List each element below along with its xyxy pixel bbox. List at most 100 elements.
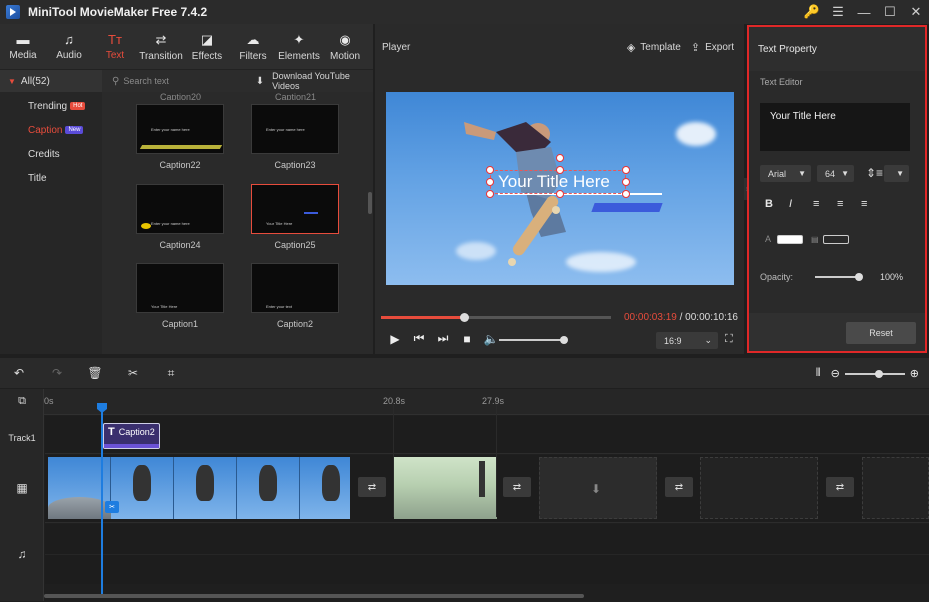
maximize-button[interactable]: ☐ bbox=[877, 0, 903, 24]
toolbar-audio-button[interactable]: ♫ Audio bbox=[46, 24, 92, 69]
stop-icon[interactable]: ■ bbox=[455, 332, 479, 346]
export-button[interactable]: ⇪ Export bbox=[691, 41, 734, 54]
video-clip[interactable] bbox=[394, 457, 497, 519]
empty-clip-slot[interactable] bbox=[862, 457, 929, 519]
reset-button[interactable]: Reset bbox=[846, 322, 916, 344]
video-preview[interactable]: Your Title Here bbox=[386, 92, 734, 285]
transition-slot[interactable]: ⇄ bbox=[826, 477, 854, 497]
player-panel: Player ◈ Template ⇪ Export Your Title He… bbox=[375, 24, 744, 354]
play-icon[interactable]: ▶ bbox=[383, 332, 407, 346]
line-spacing-icon[interactable]: ⇕≡ bbox=[866, 166, 883, 180]
thumbnail-decor-bar bbox=[304, 212, 318, 214]
resize-handle[interactable] bbox=[486, 190, 494, 198]
crop-icon[interactable]: ⌗ bbox=[152, 366, 190, 381]
toolbar-transition-button[interactable]: ⇄ Transition bbox=[138, 24, 184, 69]
search-input[interactable]: Search text bbox=[123, 76, 235, 86]
category-credits[interactable]: Credits bbox=[0, 142, 102, 166]
thumbnail-decor-bar bbox=[139, 145, 223, 149]
fullscreen-icon[interactable]: ⛶ bbox=[725, 333, 733, 346]
caption-template-item[interactable]: Enter your name here Caption22 bbox=[135, 104, 225, 170]
transition-slot[interactable]: ⇄ bbox=[358, 477, 386, 497]
caption-thumbnail: Enter your name here bbox=[251, 104, 339, 154]
caption-clip[interactable]: T Caption2 bbox=[103, 423, 160, 449]
toolbar-media-button[interactable]: ▬ Media bbox=[0, 24, 46, 69]
close-button[interactable]: ✕ bbox=[903, 0, 929, 24]
progress-knob[interactable] bbox=[460, 313, 469, 322]
redo-icon[interactable]: ↷ bbox=[38, 366, 76, 380]
grid-line bbox=[393, 405, 394, 517]
opacity-knob[interactable] bbox=[855, 273, 863, 281]
zoom-knob[interactable] bbox=[874, 369, 883, 378]
toolbar-motion-button[interactable]: ◉ Motion bbox=[322, 24, 368, 69]
caption-label-partial: Caption21 bbox=[275, 92, 317, 100]
font-size-select[interactable]: 64 ▼ bbox=[817, 165, 854, 182]
toolbar-filters-button[interactable]: ☁ Filters bbox=[230, 24, 276, 69]
zoom-out-icon[interactable]: ⊖ bbox=[831, 367, 840, 380]
align-center-icon[interactable]: ≡ bbox=[837, 198, 861, 210]
next-frame-icon[interactable]: ⏭ bbox=[431, 331, 455, 346]
font-family-select[interactable]: Arial ▼ bbox=[760, 165, 811, 182]
resize-handle[interactable] bbox=[556, 166, 564, 174]
rotate-handle[interactable] bbox=[556, 154, 564, 162]
zoom-slider[interactable] bbox=[844, 369, 905, 378]
toolbar-text-button[interactable]: Tт Text bbox=[92, 24, 138, 69]
playback-progress[interactable] bbox=[381, 313, 611, 322]
empty-clip-slot[interactable]: ⬇ bbox=[539, 457, 657, 519]
menu-icon[interactable]: ☰ bbox=[825, 0, 851, 24]
volume-knob[interactable] bbox=[560, 336, 568, 344]
italic-icon[interactable]: I bbox=[789, 198, 813, 210]
panel-footer: Reset bbox=[749, 313, 925, 351]
download-youtube-link[interactable]: Download YouTube Videos bbox=[272, 71, 373, 91]
effects-icon: ◪ bbox=[200, 31, 214, 47]
category-all[interactable]: ▼ All(52) bbox=[0, 70, 102, 92]
category-caption[interactable]: Caption New bbox=[0, 118, 102, 142]
split-scissors-icon[interactable]: ✂ bbox=[114, 366, 152, 380]
chevron-down-icon: ▼ bbox=[798, 169, 806, 178]
bold-icon[interactable]: B bbox=[765, 198, 789, 210]
text-color-swatch[interactable] bbox=[777, 234, 804, 244]
resize-handle[interactable] bbox=[622, 178, 630, 186]
toolbar-label: Effects bbox=[191, 50, 223, 62]
toolbar-elements-button[interactable]: ✦ Elements bbox=[276, 24, 322, 69]
minimize-button[interactable]: — bbox=[851, 0, 877, 24]
timeline-ruler[interactable]: 0s 20.8s 27.9s bbox=[0, 389, 929, 415]
resize-handle[interactable] bbox=[622, 190, 630, 198]
line-spacing-select[interactable]: ▼ bbox=[884, 165, 909, 182]
resize-handle[interactable] bbox=[622, 166, 630, 174]
transition-slot[interactable]: ⇄ bbox=[665, 477, 693, 497]
empty-clip-slot[interactable] bbox=[700, 457, 818, 519]
library-scrollbar[interactable] bbox=[368, 192, 372, 214]
playhead[interactable] bbox=[101, 404, 103, 594]
caption-template-item[interactable]: Your Title Here Caption25 bbox=[250, 184, 340, 250]
timeline-scrollbar[interactable] bbox=[44, 594, 584, 598]
resize-handle[interactable] bbox=[556, 190, 564, 198]
caption-template-item[interactable]: Your Title Here Caption1 bbox=[135, 263, 225, 329]
add-track-icon[interactable]: ⧉ bbox=[0, 395, 44, 408]
align-left-icon[interactable]: ≡ bbox=[813, 198, 837, 210]
caption-template-item[interactable]: Enter your text Caption2 bbox=[250, 263, 340, 329]
template-button[interactable]: ◈ Template bbox=[627, 41, 681, 54]
previous-frame-icon[interactable]: ⏮ bbox=[407, 331, 431, 346]
transition-slot[interactable]: ⇄ bbox=[503, 477, 531, 497]
zoom-in-icon[interactable]: ⊕ bbox=[910, 367, 919, 380]
delete-icon[interactable]: 🗑 bbox=[76, 366, 114, 380]
undo-icon[interactable]: ↶ bbox=[0, 366, 38, 380]
split-marker-icon[interactable]: ✂ bbox=[105, 501, 119, 513]
resize-handle[interactable] bbox=[486, 178, 494, 186]
align-right-icon[interactable]: ≡ bbox=[861, 198, 885, 210]
category-trending[interactable]: Trending Hot bbox=[0, 94, 102, 118]
opacity-slider[interactable] bbox=[815, 273, 863, 281]
video-clip[interactable] bbox=[48, 457, 350, 519]
text-editor-field[interactable]: Your Title Here bbox=[760, 103, 910, 151]
toolbar-label: Filters bbox=[239, 50, 267, 62]
volume-slider[interactable] bbox=[499, 336, 568, 344]
aspect-ratio-select[interactable]: 16:9 ⌄ bbox=[656, 332, 718, 349]
resize-handle[interactable] bbox=[486, 166, 494, 174]
toolbar-effects-button[interactable]: ◪ Effects bbox=[184, 24, 230, 69]
caption-template-item[interactable]: Enter your name here Caption24 bbox=[135, 184, 225, 250]
caption-template-item[interactable]: Enter your name here Caption23 bbox=[250, 104, 340, 170]
key-icon[interactable]: 🔑 bbox=[799, 0, 825, 24]
fit-zoom-icon[interactable]: ⦀ bbox=[816, 367, 821, 380]
background-color-swatch[interactable] bbox=[822, 234, 849, 244]
category-title[interactable]: Title bbox=[0, 166, 102, 190]
